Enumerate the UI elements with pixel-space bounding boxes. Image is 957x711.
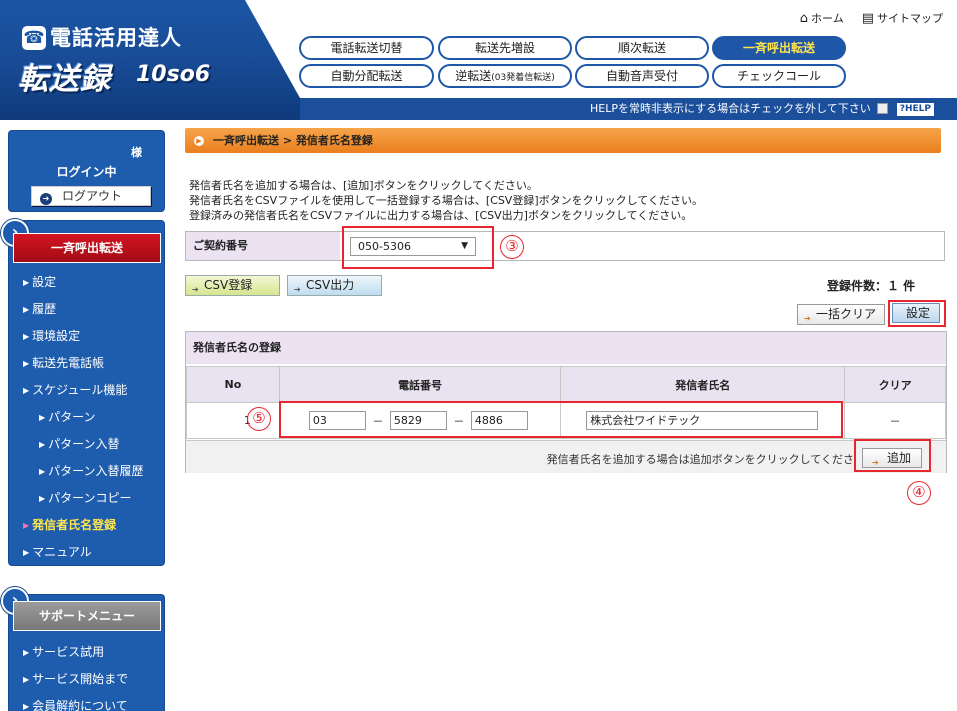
menu-title[interactable]: 一斉呼出転送 <box>13 233 161 263</box>
clear-cell: － <box>844 402 946 439</box>
nav-auto-distribution[interactable]: 自動分配転送 <box>299 64 434 88</box>
column-header-clear: クリア <box>844 366 946 403</box>
triangle-right-icon: ▶ <box>39 413 46 422</box>
annotation-marker-3: ③ <box>500 235 524 259</box>
sidebar-item-manual[interactable]: ▶ マニュアル <box>23 543 92 560</box>
nav-call-forward-switch[interactable]: 電話転送切替 <box>299 36 434 60</box>
sitemap-icon: ▤ <box>861 11 874 26</box>
help-button[interactable]: ?HELP <box>895 102 935 117</box>
sidebar-item-caller-name[interactable]: ▶ 発信者氏名登録 <box>23 516 116 533</box>
nav-reverse-forward[interactable]: 逆転送(03発着信転送) <box>438 64 572 88</box>
table-header-row: No 電話番号 発信者氏名 クリア <box>186 366 946 403</box>
annotation-marker-5: ⑤ <box>247 407 271 431</box>
triangle-right-icon: ▶ <box>23 675 30 684</box>
support-title[interactable]: サポートメニュー <box>13 601 161 631</box>
header: ☎ 電話活用達人 転送録 10so6 ⌂ ホーム ▤ サイトマップ 電話転送切替 転… <box>0 0 957 120</box>
add-row: 発信者氏名を追加する場合は追加ボタンをクリックしてくださ ➔ 追加 <box>186 440 946 473</box>
instructions: 発信者氏名を追加する場合は、[追加]ボタンをクリックしてください。 発信者氏名を… <box>189 179 703 222</box>
sidebar: 様 ログイン中 ➔ ログアウト › 一斉呼出転送 ▶ 設定 ▶ 履歴 ▶ 環境設定 ▶ 転… <box>0 120 172 711</box>
home-link[interactable]: ⌂ ホーム <box>800 10 844 26</box>
logo-version: 10so6 <box>136 62 211 87</box>
arrow-right-icon: ➔ <box>40 193 52 205</box>
breadcrumb: ▶ 一斉呼出転送 > 発信者氏名登録 <box>185 128 941 153</box>
support-item-start[interactable]: ▶ サービス開始まで <box>23 670 128 687</box>
csv-import-button[interactable]: ➔ CSV登録 <box>185 275 280 296</box>
user-honorific: 様 <box>131 146 142 159</box>
annotation-marker-4: ④ <box>907 481 931 505</box>
arrow-right-icon: ➔ <box>192 285 199 294</box>
logout-button[interactable]: ➔ ログアウト <box>31 186 151 206</box>
triangle-right-icon: ▶ <box>23 521 30 530</box>
nav-sequential-forward[interactable]: 順次転送 <box>575 36 709 60</box>
triangle-right-icon: ▶ <box>23 702 30 711</box>
nav-simultaneous-forward[interactable]: 一斉呼出転送 <box>712 36 846 60</box>
triangle-right-icon: ▶ <box>23 278 30 287</box>
login-panel: 様 ログイン中 ➔ ログアウト <box>8 130 165 212</box>
triangle-right-icon: ▶ <box>23 648 30 657</box>
logo-title: 電話活用達人 <box>50 26 182 50</box>
annotation-highlight <box>279 401 843 438</box>
triangle-right-icon: ▶ <box>23 386 30 395</box>
nav-check-call[interactable]: チェックコール <box>712 64 846 88</box>
triangle-right-icon: ▶ <box>23 359 30 368</box>
contract-row: ご契約番号 050-5306 ▼ <box>185 231 945 261</box>
arrow-right-icon: ▶ <box>194 136 204 146</box>
nav-auto-voice[interactable]: 自動音声受付 <box>575 64 709 88</box>
triangle-right-icon: ▶ <box>39 440 46 449</box>
triangle-right-icon: ▶ <box>23 332 30 341</box>
annotation-highlight <box>854 439 931 472</box>
clear-all-button[interactable]: ➔ 一括クリア <box>797 304 885 325</box>
phone-icon: ☎ <box>22 26 46 50</box>
logo[interactable]: ☎ 電話活用達人 転送録 10so6 <box>0 0 300 120</box>
column-header-phone: 電話番号 <box>278 366 562 403</box>
csv-export-button[interactable]: ➔ CSV出力 <box>287 275 382 296</box>
sidebar-item-pattern[interactable]: ▶ パターン <box>39 408 96 425</box>
sitemap-link[interactable]: ▤ サイトマップ <box>862 10 943 26</box>
logo-product: 転送録 <box>18 62 111 97</box>
help-text: HELPを常時非表示にする場合はチェックを外して下さい <box>590 102 871 115</box>
top-links: ⌂ ホーム ▤ サイトマップ <box>800 10 943 26</box>
column-header-caller-name: 発信者氏名 <box>560 366 846 403</box>
registration-title: 発信者氏名の登録 <box>186 332 946 364</box>
support-item-trial[interactable]: ▶ サービス試用 <box>23 643 104 660</box>
sidebar-item-history[interactable]: ▶ 履歴 <box>23 300 56 317</box>
help-checkbox[interactable] <box>876 103 888 114</box>
annotation-highlight <box>888 300 946 327</box>
contract-label: ご契約番号 <box>186 232 340 260</box>
help-bar: HELPを常時非表示にする場合はチェックを外して下さい ?HELP <box>300 98 957 120</box>
menu-panel: › 一斉呼出転送 ▶ 設定 ▶ 履歴 ▶ 環境設定 ▶ 転送先電話帳 ▶ スケジュール機能… <box>1 219 165 566</box>
nav-forward-expansion[interactable]: 転送先増設 <box>438 36 572 60</box>
home-icon: ⌂ <box>799 11 809 26</box>
column-header-no: No <box>186 366 280 403</box>
registration-count: 登録件数：１ 件 <box>827 279 916 293</box>
arrow-right-icon: ➔ <box>294 285 301 294</box>
sidebar-item-pattern-copy[interactable]: ▶ パターンコピー <box>39 489 132 506</box>
triangle-right-icon: ▶ <box>23 548 30 557</box>
triangle-right-icon: ▶ <box>23 305 30 314</box>
sidebar-item-settings[interactable]: ▶ 設定 <box>23 273 56 290</box>
support-item-cancel[interactable]: ▶ 会員解約について <box>23 697 128 711</box>
sidebar-item-phonebook[interactable]: ▶ 転送先電話帳 <box>23 354 104 371</box>
sidebar-item-pattern-swap[interactable]: ▶ パターン入替 <box>39 435 120 452</box>
login-status: ログイン中 <box>56 165 117 179</box>
triangle-right-icon: ▶ <box>39 494 46 503</box>
annotation-highlight <box>342 226 494 269</box>
sidebar-item-pattern-swap-history[interactable]: ▶ パターン入替履歴 <box>39 462 144 479</box>
add-hint: 発信者氏名を追加する場合は追加ボタンをクリックしてくださ <box>546 453 854 466</box>
sidebar-item-schedule[interactable]: ▶ スケジュール機能 <box>23 381 127 398</box>
triangle-right-icon: ▶ <box>39 467 46 476</box>
support-panel: › サポートメニュー ▶ サービス試用 ▶ サービス開始まで ▶ 会員解約について <box>1 587 165 711</box>
sidebar-item-environment[interactable]: ▶ 環境設定 <box>23 327 80 344</box>
arrow-right-icon: ➔ <box>804 314 811 323</box>
